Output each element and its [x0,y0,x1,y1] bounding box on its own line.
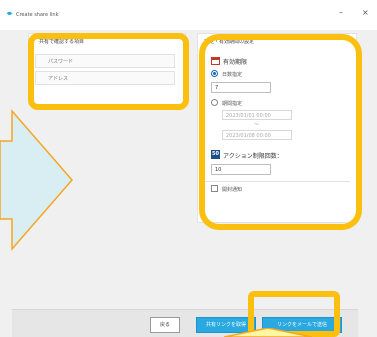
window-title: Create share link [16,12,59,18]
title-bar: Create share link – × [0,0,377,30]
annotation-arrow-up-icon [224,328,312,337]
annotation-arrow-right-icon [0,109,73,251]
highlight-confirm-items [28,33,189,110]
highlight-settings [199,34,362,230]
app-logo-icon [6,11,13,16]
minimize-button[interactable]: – [339,8,343,17]
back-button[interactable]: 戻る [150,317,180,333]
close-button[interactable]: × [362,8,369,17]
